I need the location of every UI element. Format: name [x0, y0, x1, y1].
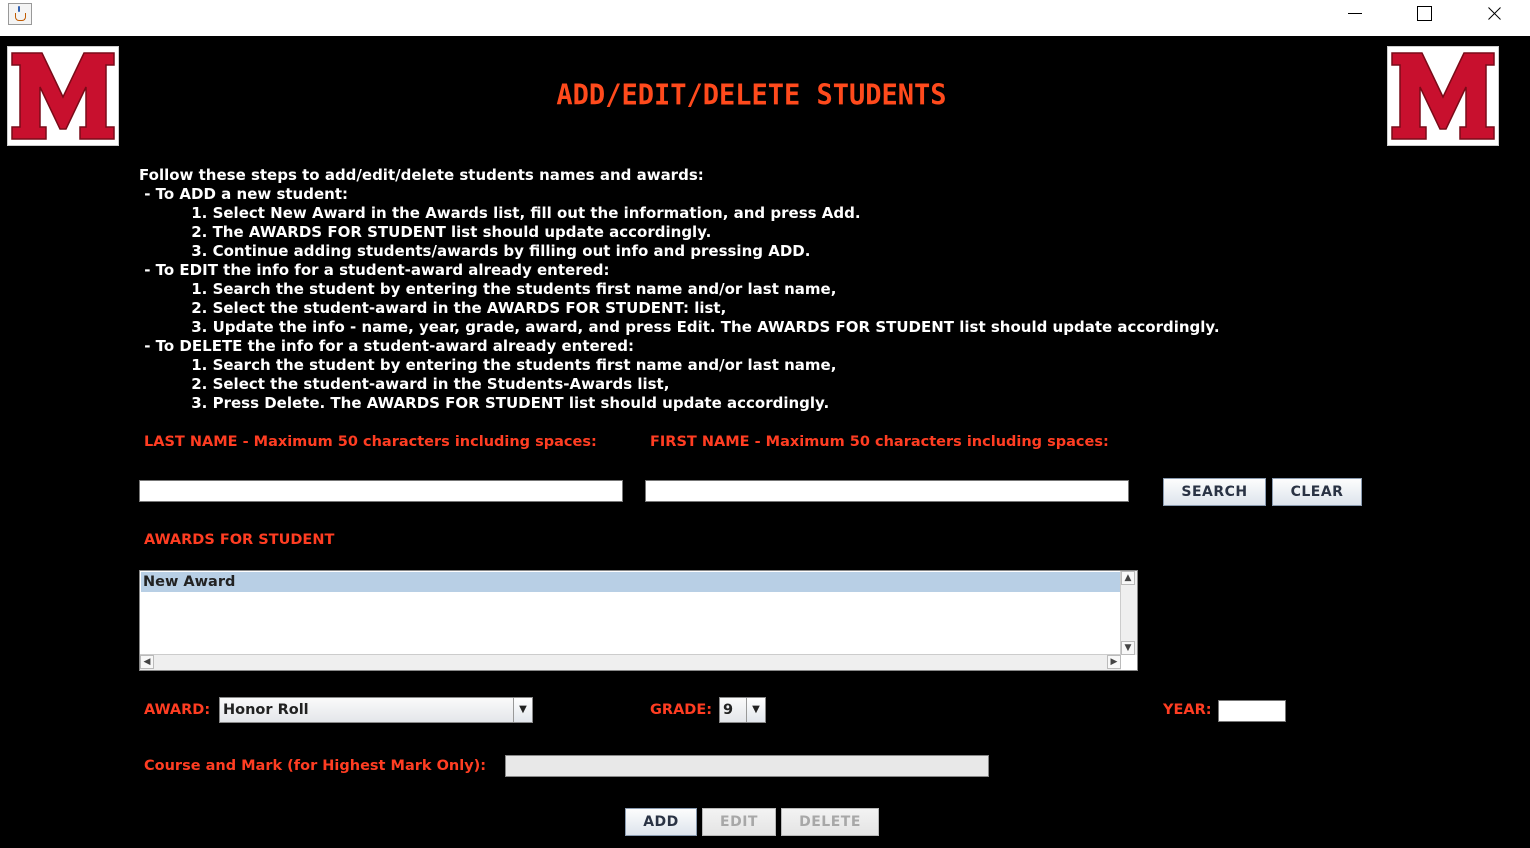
- grade-select-value: 9: [723, 702, 734, 718]
- award-select[interactable]: Honor Roll ▼: [219, 697, 533, 723]
- add-button[interactable]: ADD: [625, 808, 697, 836]
- instruction-line: 2. Select the student-award in the Stude…: [139, 375, 670, 393]
- year-input[interactable]: [1218, 700, 1286, 722]
- instructions-text: Follow these steps to add/edit/delete st…: [139, 166, 1220, 413]
- page-title: ADD/EDIT/DELETE STUDENTS: [556, 79, 947, 112]
- instruction-line: 1. Search the student by entering the st…: [139, 356, 837, 374]
- instruction-line: Follow these steps to add/edit/delete st…: [139, 166, 704, 184]
- chevron-down-icon[interactable]: ▼: [746, 698, 765, 722]
- scroll-up-icon[interactable]: ▲: [1121, 571, 1135, 585]
- course-mark-input[interactable]: [505, 755, 989, 777]
- instruction-line: 3. Continue adding students/awards by fi…: [139, 242, 811, 260]
- scroll-left-icon[interactable]: ◀: [140, 655, 154, 669]
- clear-button[interactable]: CLEAR: [1272, 478, 1362, 506]
- vertical-scrollbar[interactable]: ▲ ▼: [1120, 571, 1137, 655]
- year-label: YEAR:: [1163, 702, 1212, 718]
- last-name-label: LAST NAME - Maximum 50 characters includ…: [144, 434, 597, 450]
- instruction-line: 3. Press Delete. The AWARDS FOR STUDENT …: [139, 394, 830, 412]
- java-cup-icon[interactable]: [8, 3, 32, 25]
- close-button[interactable]: [1471, 0, 1517, 30]
- instruction-line: - To DELETE the info for a student-award…: [139, 337, 634, 355]
- grade-select[interactable]: 9 ▼: [719, 697, 766, 723]
- delete-button[interactable]: DELETE: [781, 808, 879, 836]
- instruction-line: 3. Update the info - name, year, grade, …: [139, 318, 1220, 336]
- edit-button[interactable]: EDIT: [702, 808, 776, 836]
- maximize-button[interactable]: [1400, 0, 1446, 30]
- last-name-input[interactable]: [139, 480, 623, 502]
- award-label: AWARD:: [144, 702, 211, 718]
- grade-label: GRADE:: [650, 702, 713, 718]
- horizontal-scrollbar[interactable]: ◀ ▶: [140, 654, 1121, 670]
- list-item[interactable]: New Award: [141, 572, 1121, 592]
- award-select-value: Honor Roll: [223, 702, 309, 718]
- instruction-line: 2. The AWARDS FOR STUDENT list should up…: [139, 223, 712, 241]
- instruction-line: 2. Select the student-award in the AWARD…: [139, 299, 727, 317]
- first-name-label: FIRST NAME - Maximum 50 characters inclu…: [650, 434, 1109, 450]
- search-button[interactable]: SEARCH: [1163, 478, 1266, 506]
- awards-list[interactable]: New Award ▲ ▼ ◀ ▶: [139, 570, 1138, 671]
- window-titlebar: [0, 0, 1530, 36]
- awards-list-label: AWARDS FOR STUDENT: [144, 532, 335, 548]
- instruction-line: 1. Search the student by entering the st…: [139, 280, 837, 298]
- minimize-button[interactable]: [1332, 0, 1378, 30]
- chevron-down-icon[interactable]: ▼: [513, 698, 532, 722]
- instruction-line: - To EDIT the info for a student-award a…: [139, 261, 610, 279]
- course-mark-label: Course and Mark (for Highest Mark Only):: [144, 758, 487, 774]
- scroll-right-icon[interactable]: ▶: [1107, 655, 1121, 669]
- first-name-input[interactable]: [645, 480, 1129, 502]
- scroll-down-icon[interactable]: ▼: [1121, 641, 1135, 655]
- instruction-line: - To ADD a new student:: [139, 185, 348, 203]
- instruction-line: 1. Select New Award in the Awards list, …: [139, 204, 861, 222]
